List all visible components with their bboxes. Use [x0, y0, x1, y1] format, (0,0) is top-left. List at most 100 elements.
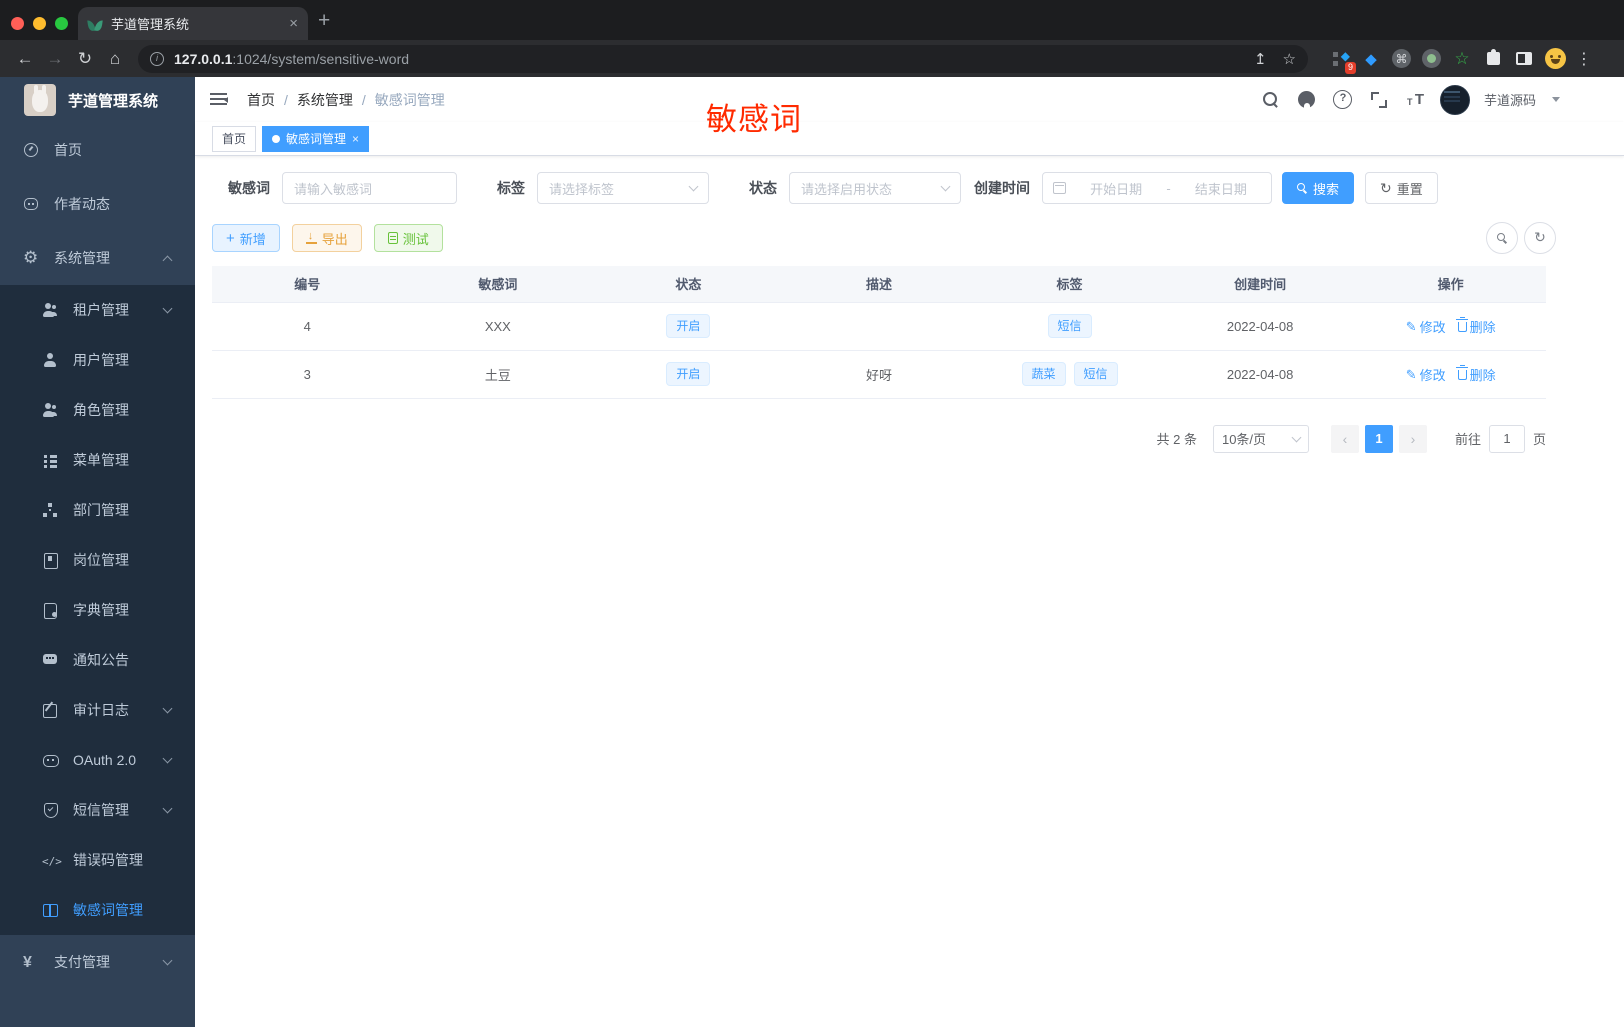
tag-sensitive-word[interactable]: 敏感词管理 ×: [262, 125, 370, 152]
close-window-button[interactable]: [11, 17, 24, 30]
date-end-placeholder: 结束日期: [1194, 181, 1247, 197]
tags-view-bar: 首页 敏感词管理 ×: [195, 122, 1624, 156]
keyword-input[interactable]: 请输入敏感词: [282, 172, 457, 204]
prev-page-button[interactable]: ‹: [1330, 424, 1359, 453]
sidebar-item-author-news[interactable]: 作者动态: [0, 177, 195, 231]
tag-badge: 短信: [1047, 313, 1092, 339]
extension-grid-icon[interactable]: 9: [1330, 49, 1356, 74]
extension-command-icon[interactable]: ⌘: [1392, 49, 1411, 68]
extension-record-icon[interactable]: [1422, 49, 1441, 68]
profile-avatar-icon[interactable]: [1545, 48, 1566, 69]
edit-link[interactable]: 修改: [1406, 317, 1446, 336]
cell-tags: 蔬菜 短信: [974, 350, 1165, 399]
status-badge: 开启: [666, 313, 711, 339]
edit-label: 修改: [1419, 367, 1446, 383]
table-row: 3 土豆 开启 好呀 蔬菜短信 2022-04-08 修改 删除: [212, 350, 1546, 399]
status-select[interactable]: 请选择启用状态: [789, 172, 961, 204]
help-icon[interactable]: [1332, 89, 1354, 111]
tab-close-icon[interactable]: ×: [289, 16, 298, 31]
col-status: 状态: [593, 266, 784, 303]
search-icon: [1297, 182, 1308, 194]
sidebar-item-sms[interactable]: 短信管理: [0, 785, 195, 835]
sidebar-item-dict[interactable]: 字典管理: [0, 585, 195, 635]
sidebar-item-user[interactable]: 用户管理: [0, 335, 195, 385]
user-icon: [42, 352, 58, 368]
browser-tab[interactable]: 芋道管理系统 ×: [78, 7, 308, 40]
github-icon[interactable]: [1296, 89, 1318, 111]
sidebar-item-role[interactable]: 角色管理: [0, 385, 195, 435]
export-button[interactable]: 导出: [291, 224, 362, 252]
page-size-select[interactable]: 10条/页: [1212, 424, 1309, 453]
sidebar-item-sensitive-word[interactable]: 敏感词管理: [0, 885, 195, 935]
extensions-puzzle-icon[interactable]: [1483, 49, 1503, 69]
tag-home[interactable]: 首页: [212, 125, 257, 152]
browser-menu-icon[interactable]: ⋮: [1576, 49, 1592, 69]
sidebar-item-system[interactable]: 系统管理: [0, 231, 195, 285]
search-icon: [1496, 232, 1508, 244]
test-button[interactable]: 测试: [373, 224, 443, 252]
date-range-picker[interactable]: 开始日期 - 结束日期: [1042, 172, 1272, 204]
extension-star-icon[interactable]: ☆: [1452, 49, 1472, 69]
chevron-down-icon: [162, 955, 173, 965]
goto-page-input[interactable]: 1: [1488, 424, 1525, 453]
chevron-up-icon: [162, 255, 173, 265]
delete-link[interactable]: 删除: [1456, 365, 1496, 384]
date-filter-label: 创建时间: [974, 180, 1030, 196]
sidebar-item-payment[interactable]: 支付管理: [0, 935, 195, 989]
home-icon[interactable]: ⌂: [100, 49, 130, 69]
sidebar-item-home[interactable]: 首页: [0, 123, 195, 177]
delete-link[interactable]: 删除: [1456, 317, 1496, 336]
main-area: 首页 / 系统管理 / 敏感词管理 芋道源码 首页: [195, 77, 1624, 1027]
reload-icon[interactable]: ↻: [70, 49, 100, 69]
breadcrumb-home[interactable]: 首页: [247, 90, 275, 110]
next-page-button[interactable]: ›: [1398, 424, 1427, 453]
forward-icon[interactable]: →: [40, 49, 70, 69]
sidebar-item-post[interactable]: 岗位管理: [0, 535, 195, 585]
new-tab-button[interactable]: +: [318, 10, 330, 31]
sidebar-item-notice[interactable]: 通知公告: [0, 635, 195, 685]
sidebar-item-oauth[interactable]: OAuth 2.0: [0, 735, 195, 785]
tag-select[interactable]: 请选择标签: [537, 172, 709, 204]
sidebar-item-department[interactable]: 部门管理: [0, 485, 195, 535]
search-button[interactable]: 搜索: [1282, 172, 1355, 204]
add-button[interactable]: 新增: [212, 224, 280, 252]
org-chart-icon: [42, 502, 58, 518]
sidebar-item-tenant[interactable]: 租户管理: [0, 285, 195, 335]
app-title: 芋道管理系统: [68, 92, 159, 110]
extension-area: 9 ◆ ⌘ ☆: [1330, 48, 1566, 74]
edit-link[interactable]: 修改: [1406, 365, 1446, 384]
current-page-button[interactable]: 1: [1364, 424, 1393, 453]
app-logo[interactable]: 芋道管理系统: [0, 77, 195, 123]
breadcrumb: 首页 / 系统管理 / 敏感词管理: [247, 90, 445, 110]
side-panel-icon[interactable]: [1514, 49, 1534, 69]
user-menu-caret-icon[interactable]: [1552, 97, 1560, 102]
search-icon[interactable]: [1260, 89, 1282, 111]
share-icon[interactable]: ↥: [1254, 50, 1267, 68]
bookmark-star-icon[interactable]: ☆: [1283, 50, 1296, 68]
extension-kite-icon[interactable]: ◆: [1361, 49, 1381, 69]
address-bar[interactable]: i 127.0.0.1:1024/system/sensitive-word ↥…: [138, 44, 1308, 73]
chat-icon: [23, 196, 39, 212]
fullscreen-icon[interactable]: [1368, 89, 1390, 111]
font-size-icon[interactable]: [1404, 89, 1426, 111]
refresh-table-button[interactable]: [1524, 222, 1556, 254]
reset-button[interactable]: 重置: [1365, 172, 1438, 204]
sidebar-item-audit-log[interactable]: 审计日志: [0, 685, 195, 735]
user-name[interactable]: 芋道源码: [1484, 90, 1536, 109]
pagination-total: 共 2 条: [1156, 432, 1197, 447]
gear-icon: [23, 250, 39, 266]
sidebar-item-label: 租户管理: [73, 302, 129, 318]
cell-actions: 修改 删除: [1355, 350, 1546, 399]
sidebar-collapse-icon[interactable]: [210, 93, 228, 106]
chevron-down-icon: [688, 181, 699, 192]
zoom-window-button[interactable]: [55, 17, 68, 30]
back-icon[interactable]: ←: [10, 49, 40, 69]
user-avatar[interactable]: [1439, 84, 1470, 115]
tag-close-icon[interactable]: ×: [352, 132, 359, 146]
toggle-search-button[interactable]: [1486, 222, 1518, 254]
minimize-window-button[interactable]: [33, 17, 46, 30]
sidebar-item-menu[interactable]: 菜单管理: [0, 435, 195, 485]
breadcrumb-system[interactable]: 系统管理: [297, 90, 353, 110]
sidebar-item-error-code[interactable]: 错误码管理: [0, 835, 195, 885]
site-info-icon[interactable]: i: [150, 51, 164, 66]
